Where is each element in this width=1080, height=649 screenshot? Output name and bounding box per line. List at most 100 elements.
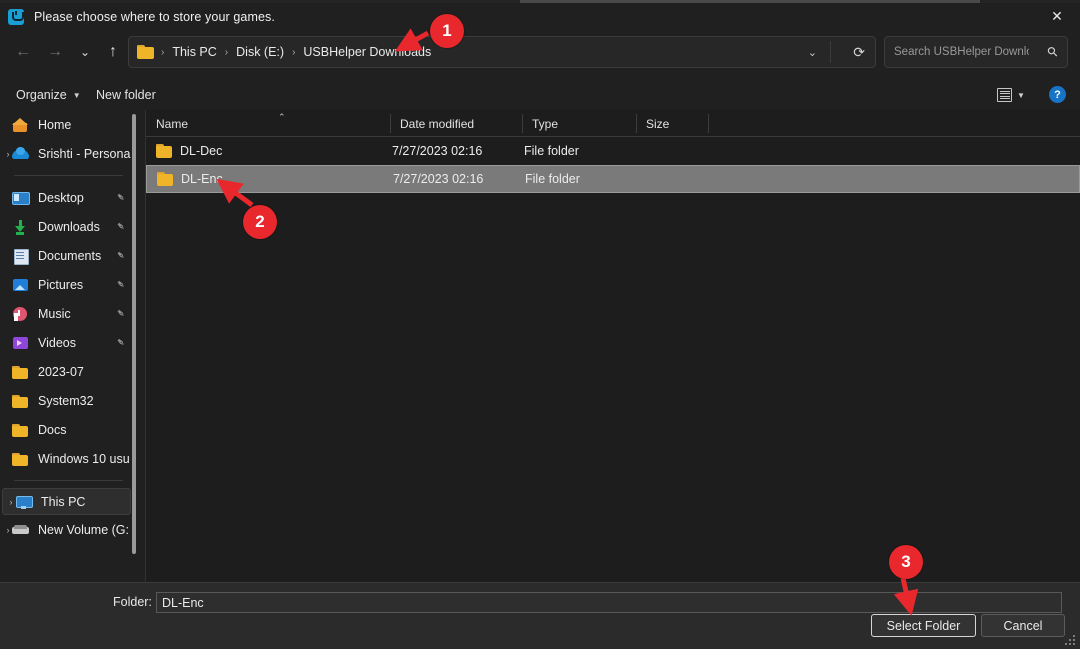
cell-type: File folder [525,172,580,186]
sidebar-item-label: Downloads [38,219,100,234]
sidebar-item-label: New Volume (G: [38,522,130,537]
recent-locations-button[interactable]: ⌄ [70,37,100,67]
folder-icon [12,364,29,380]
search-box[interactable]: ⚲ [884,36,1068,68]
folder-picker-dialog: Please choose where to store your games.… [0,0,1080,649]
sidebar-item-desktop[interactable]: Desktop ✒ [0,183,133,212]
column-header-date-modified[interactable]: Date modified [390,110,522,137]
chevron-down-icon: ▼ [72,90,81,100]
sidebar-item-pictures[interactable]: Pictures ✒ [0,270,133,299]
desktop-icon [12,190,30,206]
folder-icon [137,45,154,59]
refresh-icon[interactable]: ⟳ [853,37,865,67]
folder-icon [157,172,173,186]
sidebar-item-label: Desktop [38,190,84,205]
search-input[interactable] [894,46,1029,58]
sidebar-item-videos[interactable]: Videos ✒ [0,328,133,357]
table-row[interactable]: DL-Dec 7/27/2023 02:16 File folder [146,137,1080,165]
onedrive-cloud-icon [12,146,29,162]
breadcrumb-separator-2: › [292,46,296,58]
sidebar-item-2023-07[interactable]: 2023-07 [0,357,133,386]
back-button[interactable]: ← [8,37,38,67]
cell-name: DL-Dec [156,144,222,158]
help-icon[interactable]: ? [1049,86,1066,103]
up-button[interactable]: ↑ [98,37,128,67]
folder-name-input[interactable] [156,592,1062,613]
sidebar-scrollbar[interactable] [132,114,136,576]
annotation-badge-1: 1 [430,14,464,48]
column-header-row: Name ⌃ Date modified Type Size [146,110,1080,137]
downloads-icon [12,219,29,235]
cell-name: DL-Enc [157,172,223,186]
sidebar-item-label: Videos [38,335,76,350]
breadcrumb-separator-0: › [161,46,165,58]
sidebar-item-label: System32 [38,393,94,408]
sidebar-item-srishti-persona[interactable]: › Srishti - Persona [0,139,133,168]
folder-icon [12,393,29,409]
sidebar-item-label: 2023-07 [38,364,84,379]
resize-grip-icon[interactable] [1065,635,1077,647]
sort-ascending-icon: ⌃ [278,112,286,122]
cancel-button[interactable]: Cancel [981,614,1065,637]
sidebar-item-new-volume-g[interactable]: › New Volume (G: [0,515,133,544]
breadcrumb-disk-e[interactable]: Disk (E:) [235,45,285,59]
sidebar-item-label: Documents [38,248,102,263]
view-options-button[interactable]: ▼ [990,84,1032,106]
drive-icon [12,522,29,538]
cell-type: File folder [524,144,579,158]
folder-label: Folder: [113,595,152,609]
details-view-icon [997,88,1013,102]
chevron-down-icon[interactable]: ⌄ [808,37,817,67]
sidebar-item-docs[interactable]: Docs [0,415,133,444]
folder-icon [156,144,172,158]
file-list: Name ⌃ Date modified Type Size DL-Dec 7/2… [146,110,1080,582]
sidebar-item-label: Docs [38,422,67,437]
column-header-name[interactable]: Name [146,110,390,137]
address-bar[interactable]: › This PC › Disk (E:) › USBHelper Downlo… [128,36,876,68]
column-header-type[interactable]: Type [522,110,636,137]
sidebar-item-home[interactable]: Home [0,110,133,139]
search-icon: ⚲ [1044,42,1062,61]
organize-button[interactable]: Organize ▼ [8,80,89,110]
sidebar-scrollbar-thumb[interactable] [132,114,136,554]
title-bar: Please choose where to store your games.… [0,3,1080,30]
select-folder-button[interactable]: Select Folder [871,614,976,637]
file-name-label: DL-Enc [181,172,223,186]
column-header-size[interactable]: Size [636,110,708,137]
videos-icon [12,335,29,351]
command-bar: Organize ▼ New folder ▼ ? [0,80,1080,110]
sidebar-item-label: Pictures [38,277,84,292]
navigation-pane: Home › Srishti - Persona Desktop ✒ Downloads ✒… [0,110,133,582]
breadcrumb-this-pc[interactable]: This PC [171,45,217,59]
forward-button[interactable]: → [40,37,70,67]
sidebar-item-label: Home [38,117,72,132]
sidebar-separator [14,175,123,176]
window-title: Please choose where to store your games. [34,9,275,24]
sidebar-item-this-pc[interactable]: › This PC [2,488,131,515]
annotation-badge-2: 2 [243,205,277,239]
sidebar-separator [14,480,123,481]
new-folder-button[interactable]: New folder [88,80,164,110]
pictures-icon [12,277,29,293]
home-icon [12,117,29,133]
file-rows-container: DL-Dec 7/27/2023 02:16 File folder DL-Enc 7/… [146,137,1080,193]
sidebar-item-music[interactable]: Music ✒ [0,299,133,328]
sidebar-item-system32[interactable]: System32 [0,386,133,415]
navigation-bar: ← → ⌄ ↑ › This PC › Disk (E:) › USBHelpe… [0,34,1080,70]
breadcrumb-separator-1: › [224,46,229,58]
sidebar-item-label: Srishti - Persona [38,146,131,161]
sidebar-item-label: Music [38,306,71,321]
breadcrumb-usbhelper-downloads[interactable]: USBHelper Downloads [302,45,432,59]
folder-name-row: Folder: [0,589,1080,615]
organize-label: Organize [16,88,67,102]
cell-date: 7/27/2023 02:16 [392,144,483,158]
sidebar-item-windows-10-usu[interactable]: Windows 10 usu [0,444,133,473]
table-row[interactable]: DL-Enc 7/27/2023 02:16 File folder [146,165,1080,193]
usbhelper-logo-icon [8,8,24,25]
column-resize-handle-4[interactable] [708,114,709,133]
file-name-label: DL-Dec [180,144,223,158]
sidebar-item-downloads[interactable]: Downloads ✒ [0,212,133,241]
chevron-down-icon: ▼ [1017,90,1025,100]
sidebar-item-documents[interactable]: Documents ✒ [0,241,133,270]
close-icon[interactable]: ✕ [1034,3,1080,30]
